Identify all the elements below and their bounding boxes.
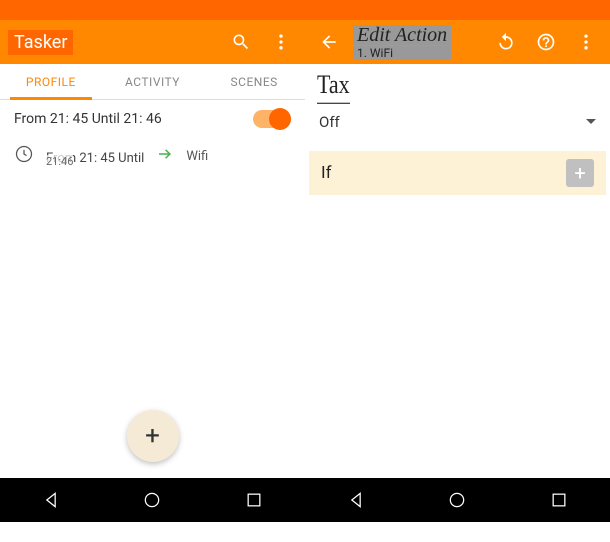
status-right: I WIND ▾ N G ▢ 📳 ◥ ◢ 53% 22:13 bbox=[305, 0, 610, 20]
time-range-text: From 21: 45 Until 21:46 bbox=[46, 147, 144, 166]
nav-home-button-r[interactable] bbox=[437, 480, 477, 520]
status-misc-icons-r: ▾ N G bbox=[347, 5, 382, 15]
nfc-icon: ▢ bbox=[497, 5, 507, 15]
tab-activity[interactable]: ACTIVITY bbox=[102, 64, 204, 99]
battery-clock-r: 53% 22:13 bbox=[553, 4, 604, 17]
vibrate-icon: 📳 bbox=[511, 5, 521, 15]
back-icon[interactable] bbox=[313, 26, 345, 58]
wifi-icon: ◥ bbox=[525, 5, 535, 15]
right-pane: Edit Action 1. WiFi Tax Off bbox=[305, 20, 610, 478]
field-block: Tax Off bbox=[305, 64, 610, 151]
signal-icon: ◢ bbox=[221, 5, 231, 15]
battery-pct: 53% bbox=[235, 4, 255, 17]
profile-summary-text: From 21: 45 Until 21: 46 bbox=[14, 111, 162, 127]
appbar-titles: Edit Action 1. WiFi bbox=[353, 25, 451, 60]
status-end-left: ▢ 📳 ◥ ◢ 53% ▬ 22:13 bbox=[179, 4, 301, 17]
profile-toggle[interactable] bbox=[253, 110, 291, 128]
overflow-icon[interactable] bbox=[265, 26, 297, 58]
undo-icon[interactable] bbox=[490, 26, 522, 58]
screen-title: Edit Action bbox=[353, 25, 451, 45]
appbar-left: Tasker bbox=[0, 20, 305, 64]
carrier-label-r: I WIND bbox=[309, 4, 343, 17]
badge-icon: N bbox=[49, 6, 59, 15]
badge-icon: N bbox=[360, 6, 370, 15]
badge2-icon: G bbox=[62, 6, 71, 15]
nav-back-button[interactable] bbox=[31, 480, 71, 520]
status-left: WIND ▾ N G ▢ 📳 ◥ ◢ 53% ▬ 22:13 bbox=[0, 0, 305, 20]
tab-scenes[interactable]: SCENES bbox=[203, 64, 305, 99]
clock: 22:13 bbox=[274, 4, 301, 17]
dropdown-text: Off bbox=[319, 113, 340, 131]
signal-icon: ◢ bbox=[539, 5, 549, 15]
add-condition-button[interactable]: + bbox=[566, 159, 594, 187]
help-icon[interactable] bbox=[530, 26, 562, 58]
app-title: Tasker bbox=[8, 30, 73, 55]
profile-detail-row[interactable]: From 21: 45 Until 21:46 Wifi bbox=[0, 138, 305, 174]
screen-subtitle: 1. WiFi bbox=[353, 46, 451, 60]
nav-recents-button[interactable] bbox=[234, 480, 274, 520]
tabs: PROFILE ACTIVITY SCENES bbox=[0, 64, 305, 100]
fab-add[interactable]: + bbox=[127, 410, 179, 462]
if-label: If bbox=[321, 163, 332, 183]
left-pane: Tasker PROFILE ACTIVITY SCENES From 21: … bbox=[0, 20, 305, 478]
if-condition-row: If + bbox=[309, 151, 606, 195]
android-navbar bbox=[0, 478, 610, 522]
nfc-icon: ▢ bbox=[179, 5, 189, 15]
nav-home-button[interactable] bbox=[132, 480, 172, 520]
battery-icon: ▬ bbox=[260, 5, 270, 15]
status-bar: WIND ▾ N G ▢ 📳 ◥ ◢ 53% ▬ 22:13 I WIND ▾ … bbox=[0, 0, 610, 20]
wifi-icon: ◥ bbox=[207, 5, 217, 15]
tab-profile[interactable]: PROFILE bbox=[0, 64, 102, 99]
action-name: Wifi bbox=[186, 149, 208, 164]
overflow-icon-r[interactable] bbox=[570, 26, 602, 58]
vibrate-icon: 📳 bbox=[193, 5, 203, 15]
chevron-down-icon bbox=[586, 113, 596, 131]
badge2-icon: G bbox=[372, 6, 381, 15]
appbar-right: Edit Action 1. WiFi bbox=[305, 20, 610, 64]
dropdown-icon: ▾ bbox=[347, 5, 357, 15]
nav-back-button-r[interactable] bbox=[336, 480, 376, 520]
clock-icon bbox=[14, 144, 34, 168]
carrier-label: WIND bbox=[4, 4, 32, 17]
status-end-right: ▢ 📳 ◥ ◢ 53% 22:13 bbox=[495, 4, 606, 17]
arrow-right-icon bbox=[156, 145, 174, 167]
dropdown-icon: ▾ bbox=[36, 5, 46, 15]
search-icon[interactable] bbox=[225, 26, 257, 58]
profile-summary-row[interactable]: From 21: 45 Until 21: 46 bbox=[0, 100, 305, 138]
dropdown-value[interactable]: Off bbox=[317, 109, 598, 143]
nav-recents-button-r[interactable] bbox=[539, 480, 579, 520]
status-misc-icons: ▾ N G bbox=[36, 5, 71, 15]
field-label: Tax bbox=[317, 69, 350, 104]
